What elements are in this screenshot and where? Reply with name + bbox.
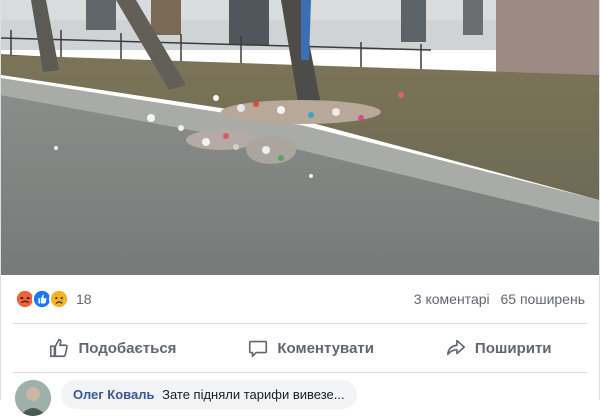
comments-count-link[interactable]: 3 коментарі <box>414 291 490 307</box>
like-button-label: Подобається <box>78 339 177 357</box>
comment-button[interactable]: Коментувати <box>233 331 388 365</box>
share-button-label: Поширити <box>474 339 552 357</box>
thumbs-up-icon <box>50 338 69 358</box>
share-icon <box>446 339 465 356</box>
comment-bubble: Олег Коваль Зате підняли тарифи вивезе..… <box>61 380 357 409</box>
reactions-bar: 18 3 коментарі 65 поширень <box>1 275 599 323</box>
post-photo[interactable] <box>1 0 599 275</box>
shares-count-link[interactable]: 65 поширень <box>501 291 585 307</box>
share-button[interactable]: Поширити <box>431 331 566 365</box>
facebook-post: 18 3 коментарі 65 поширень Подобається К… <box>0 0 600 416</box>
sad-reaction-icon <box>49 289 69 309</box>
comment-icon <box>249 340 268 358</box>
reaction-summary[interactable]: 18 <box>15 289 92 309</box>
post-stats: 3 коментарі 65 поширень <box>414 291 585 307</box>
divider <box>13 372 587 373</box>
reaction-count: 18 <box>76 291 92 307</box>
avatar[interactable] <box>15 380 51 416</box>
comment-preview: Олег Коваль Зате підняли тарифи вивезе..… <box>15 380 357 420</box>
post-actions: Подобається Коментувати Поширити <box>13 324 587 372</box>
like-button[interactable]: Подобається <box>34 331 190 365</box>
comment-button-label: Коментувати <box>277 339 374 357</box>
